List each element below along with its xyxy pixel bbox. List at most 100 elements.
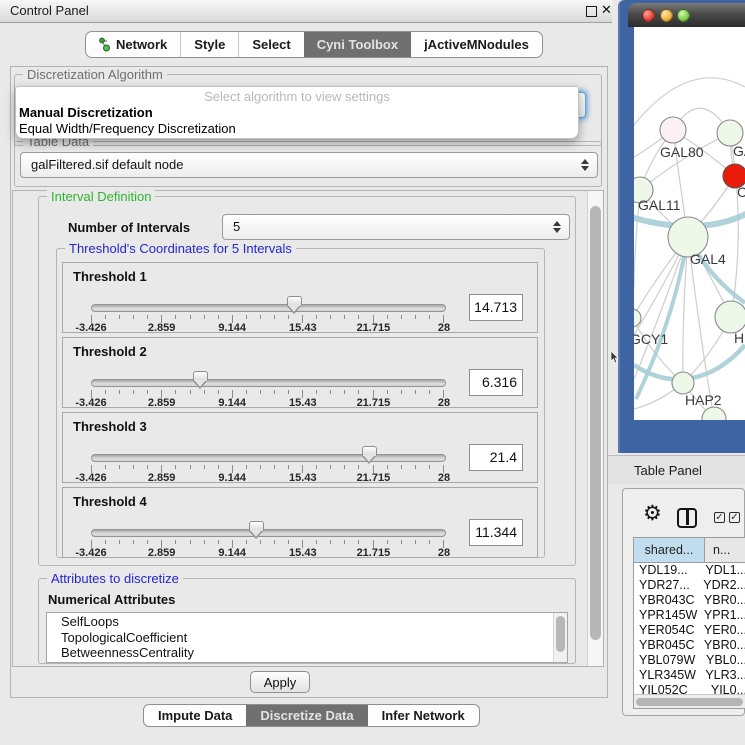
threshold-value-field[interactable]: 6.316	[469, 369, 523, 396]
slider-track[interactable]	[91, 454, 446, 462]
network-node-h-node[interactable]	[715, 301, 745, 333]
slider-tick	[429, 465, 430, 469]
column-header-shared-[interactable]: shared...	[634, 538, 705, 562]
tab-select[interactable]: Select	[238, 32, 303, 57]
gear-icon[interactable]: ⚙	[643, 503, 662, 524]
table-data-combobox[interactable]: galFiltered.sif default node	[20, 152, 598, 178]
threshold-panel: Threshold 3 -3.4262.8599.14415.4321.7152…	[62, 412, 538, 483]
table-row[interactable]: YBL079WYBL0...	[634, 653, 745, 668]
dropdown-item-manual-discretization[interactable]: Manual Discretization	[19, 105, 153, 120]
close-icon[interactable]: ✕	[601, 2, 612, 18]
threshold-label: Threshold 3	[73, 419, 147, 434]
slider-tick	[218, 540, 219, 544]
slider-tick	[218, 465, 219, 469]
slider-tick	[415, 465, 416, 469]
horizontal-scrollbar[interactable]	[634, 694, 745, 709]
table-row[interactable]: YPR145WYPR1...	[634, 608, 745, 623]
scale-label: 15.43	[289, 472, 317, 484]
attribute-item-betweennesscentrality[interactable]: BetweennessCentrality	[61, 645, 567, 661]
table-row[interactable]: YBR045CYBR0...	[634, 638, 745, 653]
slider-tick	[330, 315, 331, 319]
slider-tick	[401, 390, 402, 394]
slider-tick	[175, 540, 176, 544]
attribute-item-topologicalcoefficient[interactable]: TopologicalCoefficient	[61, 630, 567, 646]
slider-tick	[246, 540, 247, 544]
slider-track[interactable]	[91, 379, 446, 387]
dropdown-item-equal-width-frequency-discretization[interactable]: Equal Width/Frequency Discretization	[19, 121, 236, 136]
network-node-label: C	[737, 184, 745, 200]
table-row[interactable]: YLR345WYLR3...	[634, 668, 745, 683]
column-header-n-[interactable]: n...	[705, 538, 745, 562]
slider-thumb[interactable]	[193, 371, 208, 381]
threshold-value-field[interactable]: 21.4	[469, 444, 523, 471]
tab-label: Cyni Toolbox	[317, 37, 398, 52]
slider-track[interactable]	[91, 304, 446, 312]
threshold-value-field[interactable]: 14.713	[469, 294, 523, 321]
network-edge[interactable]	[634, 237, 688, 379]
table-row[interactable]: YDR27...YDR2...	[634, 578, 745, 593]
slider-tick	[316, 315, 317, 319]
table-cell: YDR2...	[697, 578, 745, 593]
number-of-intervals-combobox[interactable]: 5	[222, 214, 570, 240]
vertical-scrollbar[interactable]	[587, 191, 603, 666]
scale-label: 9.144	[218, 472, 246, 484]
table-row[interactable]: YDL19...YDL1...	[634, 563, 745, 578]
table-row[interactable]: YBR043CYBR0...	[634, 593, 745, 608]
tab-label: Network	[116, 37, 167, 52]
table-row[interactable]: YER054CYER0...	[634, 623, 745, 638]
network-node-bottom-partial[interactable]	[702, 407, 726, 420]
control-panel-titlebar: Control Panel ✕	[0, 0, 612, 23]
slider-tick	[147, 540, 148, 544]
slider-tick	[330, 390, 331, 394]
network-node-gal80[interactable]	[660, 117, 686, 143]
tab-cyni-toolbox[interactable]: Cyni Toolbox	[304, 32, 411, 57]
list-vertical-scrollbar[interactable]	[553, 613, 567, 662]
slider-tick	[105, 540, 106, 544]
threshold-panel: Threshold 2 -3.4262.8599.14415.4321.7152…	[62, 337, 538, 408]
table-cell: YBR0...	[698, 593, 745, 608]
scrollbar-thumb[interactable]	[556, 616, 565, 652]
network-canvas[interactable]: GAL80GACGAL11GAL4GCY1HHAP2	[634, 27, 745, 420]
tab-network[interactable]: Network	[86, 32, 180, 57]
slider-thumb[interactable]	[287, 296, 302, 306]
slider-tick	[358, 315, 359, 319]
apply-button[interactable]: Apply	[250, 671, 310, 693]
network-edge[interactable]	[634, 78, 745, 125]
table-cell: YLR345W	[634, 668, 699, 683]
network-node-hap2[interactable]	[672, 372, 694, 394]
network-window-titlebar[interactable]	[628, 3, 745, 27]
tab-jactivemnodules[interactable]: jActiveMNodules	[411, 32, 542, 57]
network-node-label: H	[734, 330, 744, 346]
checkbox-checked-icon[interactable]: ✓	[714, 512, 725, 523]
bottom-tab-infer-network[interactable]: Infer Network	[368, 705, 479, 726]
slider-scale: -3.4262.8599.14415.4321.71528	[91, 472, 444, 484]
threshold-value-field[interactable]: 11.344	[469, 519, 523, 546]
slider-tick	[105, 465, 106, 469]
minimize-traffic-light-icon[interactable]	[660, 9, 673, 22]
bottom-tab-impute-data[interactable]: Impute Data	[144, 705, 246, 726]
slider-tick	[218, 315, 219, 319]
scale-label: 2.859	[148, 472, 176, 484]
slider-tick	[401, 465, 402, 469]
bottom-tab-discretize-data[interactable]: Discretize Data	[246, 705, 367, 726]
slider-tick	[175, 465, 176, 469]
slider-thumb[interactable]	[362, 446, 377, 456]
attribute-item-selfloops[interactable]: SelfLoops	[61, 614, 567, 630]
slider-thumb[interactable]	[249, 521, 264, 531]
scale-label: 15.43	[289, 547, 317, 559]
tab-style[interactable]: Style	[180, 32, 238, 57]
numerical-attributes-list[interactable]: SelfLoopsTopologicalCoefficientBetweenne…	[46, 612, 568, 663]
checkbox-checked-icon[interactable]: ✓	[729, 512, 740, 523]
float-window-icon[interactable]	[586, 6, 597, 17]
scrollbar-thumb[interactable]	[590, 206, 601, 640]
scale-label: 9.144	[218, 547, 246, 559]
table-row[interactable]: YIL052CYIL0...	[634, 683, 745, 694]
columns-icon[interactable]	[677, 508, 697, 528]
close-traffic-light-icon[interactable]	[642, 9, 655, 22]
slider-track[interactable]	[91, 529, 446, 537]
zoom-traffic-light-icon[interactable]	[677, 9, 690, 22]
scrollbar-thumb[interactable]	[636, 698, 743, 706]
slider-tick	[175, 390, 176, 394]
group-title: Attributes to discretize	[47, 571, 183, 586]
group-title: Discretization Algorithm	[23, 67, 167, 82]
